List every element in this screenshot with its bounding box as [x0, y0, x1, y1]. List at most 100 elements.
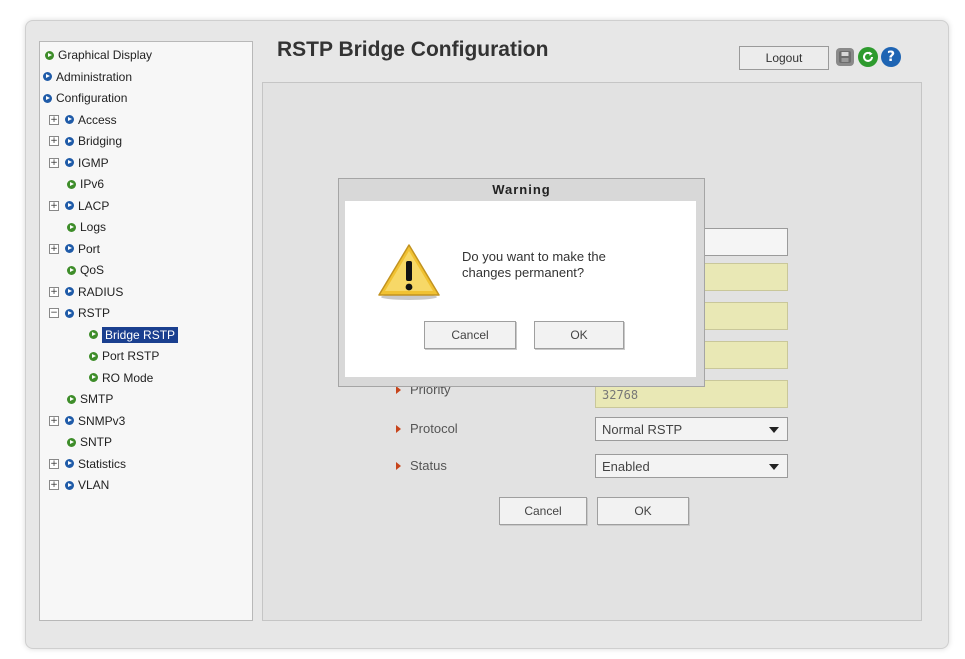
expand-icon[interactable]: +: [49, 200, 59, 211]
sidebar-item-port[interactable]: + Port: [49, 239, 100, 259]
navigation-tree: Graphical Display+Administration−Configu…: [39, 41, 253, 621]
bullet-icon: [65, 244, 74, 253]
dialog-message-line-1: Do you want to make the: [462, 249, 606, 264]
warning-dialog: Warning Do you want to make the changes …: [338, 178, 705, 387]
sidebar-item-ro-mode[interactable]: RO Mode: [89, 368, 153, 388]
sidebar-item-igmp[interactable]: + IGMP: [49, 153, 109, 173]
sidebar-item-vlan[interactable]: + VLAN: [49, 475, 109, 495]
bullet-icon: [45, 50, 54, 60]
sidebar-item-rstp[interactable]: − RSTP: [49, 303, 110, 323]
bullet-icon: [43, 72, 52, 81]
dialog-body: Do you want to make the changes permanen…: [345, 201, 696, 377]
refresh-icon[interactable]: [858, 47, 878, 67]
sidebar-item-label: Bridging: [78, 134, 123, 148]
form-cancel-button[interactable]: Cancel: [499, 497, 587, 525]
sidebar-item-statistics[interactable]: + Statistics: [49, 454, 126, 474]
sidebar-item-qos[interactable]: QoS: [67, 260, 104, 280]
sidebar-item-configuration[interactable]: −Configuration: [40, 88, 128, 108]
sidebar-item-label: RSTP: [78, 306, 111, 320]
save-icon[interactable]: [836, 48, 854, 66]
bullet-icon: [89, 330, 98, 339]
dialog-cancel-button[interactable]: Cancel: [424, 321, 516, 349]
sidebar-item-label: Access: [78, 112, 117, 127]
dialog-ok-button[interactable]: OK: [534, 321, 624, 349]
sidebar-item-label: Port RSTP: [102, 349, 160, 363]
sidebar-item-snmpv3[interactable]: + SNMPv3: [49, 411, 125, 431]
bullet-icon: [67, 394, 76, 404]
sidebar-item-logs[interactable]: Logs: [67, 217, 106, 237]
sidebar-item-label: Configuration: [56, 91, 128, 105]
dialog-message-line-2: changes permanent?: [462, 265, 585, 280]
bullet-icon: [65, 416, 74, 425]
bullet-icon: [65, 201, 74, 210]
sidebar-item-label: Port: [78, 241, 101, 256]
form-ok-button[interactable]: OK: [597, 497, 689, 525]
collapse-icon[interactable]: −: [49, 308, 59, 318]
sidebar-item-smtp[interactable]: SMTP: [67, 389, 113, 409]
sidebar-item-label: RO Mode: [102, 370, 154, 385]
bullet-icon: [65, 308, 74, 318]
help-icon[interactable]: ?: [881, 47, 901, 67]
sidebar-item-access[interactable]: + Access: [49, 110, 117, 130]
sidebar-item-administration[interactable]: +Administration: [40, 67, 133, 87]
sidebar-item-label: Logs: [80, 220, 107, 234]
sidebar-item-label: VLAN: [78, 478, 110, 492]
sidebar-item-label: IGMP: [78, 155, 109, 170]
bullet-icon: [43, 93, 52, 103]
protocol-label-text: Protocol: [410, 421, 458, 436]
protocol-select-value: Normal RSTP: [602, 422, 683, 437]
expand-icon[interactable]: +: [49, 157, 59, 168]
expand-icon[interactable]: +: [49, 415, 59, 426]
status-label: Status: [396, 458, 447, 473]
warning-icon: [378, 244, 440, 300]
sidebar-item-label: IPv6: [80, 177, 105, 191]
protocol-label: Protocol: [396, 421, 458, 436]
sidebar-item-ipv6[interactable]: IPv6: [67, 174, 104, 194]
bullet-icon: [65, 287, 74, 296]
arrow-right-icon: [396, 461, 401, 470]
bullet-icon: [67, 222, 76, 232]
sidebar-item-port-rstp[interactable]: Port RSTP: [89, 346, 159, 366]
page-title: RSTP Bridge Configuration: [277, 38, 549, 61]
bullet-icon: [65, 459, 74, 468]
expand-icon[interactable]: +: [49, 458, 59, 469]
sidebar-item-label: Statistics: [78, 456, 127, 471]
sidebar-item-label: SNMPv3: [78, 413, 126, 428]
sidebar-item-label: Administration: [56, 69, 133, 84]
sidebar-item-label: SNTP: [80, 435, 113, 449]
dialog-message: Do you want to make the changes permanen…: [462, 249, 606, 281]
expand-icon[interactable]: +: [49, 114, 59, 125]
sidebar-item-label: RADIUS: [78, 284, 124, 299]
sidebar-item-label: Graphical Display: [58, 48, 153, 62]
status-select[interactable]: Enabled: [595, 454, 788, 478]
bullet-icon: [67, 179, 76, 189]
bullet-icon: [65, 480, 74, 490]
sidebar-item-sntp[interactable]: SNTP: [67, 432, 112, 452]
expand-icon[interactable]: +: [49, 480, 59, 490]
sidebar-item-lacp[interactable]: + LACP: [49, 196, 109, 216]
sidebar-item-label: SMTP: [80, 392, 114, 406]
bullet-icon: [65, 115, 74, 124]
sidebar-item-label: QoS: [80, 263, 105, 277]
expand-icon[interactable]: +: [49, 286, 59, 297]
sidebar-item-radius[interactable]: + RADIUS: [49, 282, 123, 302]
arrow-right-icon: [396, 424, 401, 433]
sidebar-item-bridge-rstp[interactable]: Bridge RSTP: [89, 325, 179, 345]
bullet-icon: [67, 437, 76, 447]
bullet-icon: [89, 351, 98, 361]
sidebar-item-graphical-display[interactable]: Graphical Display: [45, 45, 152, 65]
sidebar-item-bridging[interactable]: + Bridging: [49, 131, 122, 151]
bullet-icon: [65, 136, 74, 146]
logout-button[interactable]: Logout: [739, 46, 829, 70]
chevron-down-icon[interactable]: [767, 425, 781, 435]
expand-icon[interactable]: +: [49, 136, 59, 146]
expand-icon[interactable]: +: [49, 243, 59, 254]
status-label-text: Status: [410, 458, 447, 473]
protocol-select[interactable]: Normal RSTP: [595, 417, 788, 441]
dialog-title: Warning: [492, 182, 551, 197]
chevron-down-icon[interactable]: [767, 462, 781, 472]
status-select-value: Enabled: [602, 459, 650, 474]
sidebar-item-label: LACP: [78, 198, 110, 213]
bullet-icon: [65, 158, 74, 167]
sidebar-item-label: Bridge RSTP: [102, 326, 179, 343]
